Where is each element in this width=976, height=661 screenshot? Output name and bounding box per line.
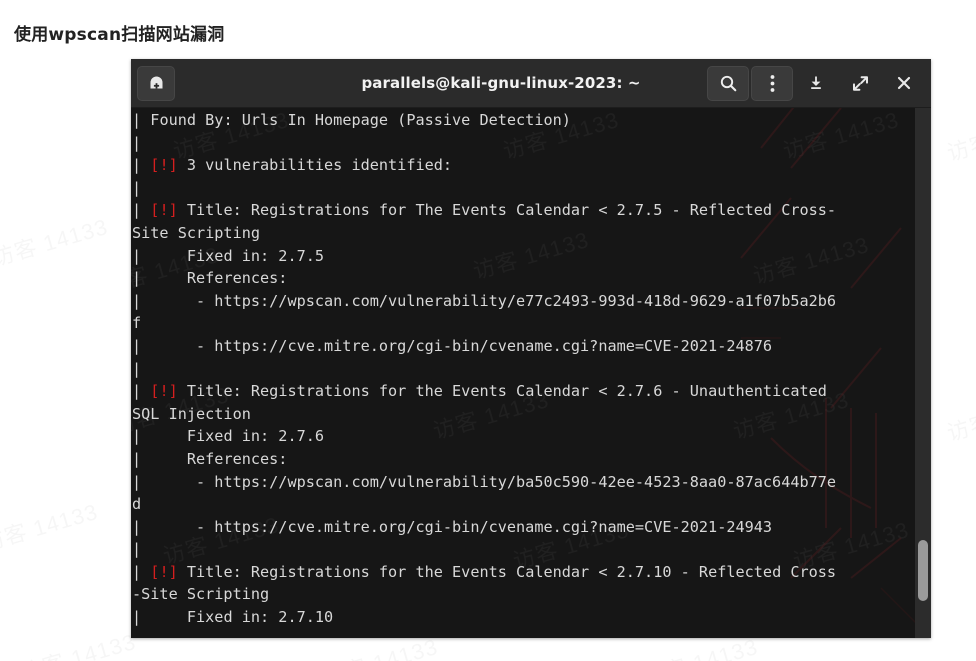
terminal-line: | - https://wpscan.com/vulnerability/e77… — [132, 290, 915, 313]
terminal-body[interactable]: 访客 14133 访客 14133 访客 14133 访客 14133 访客 1… — [131, 108, 931, 638]
terminal-line-text: - https://cve.mitre.org/cgi-bin/cvename.… — [169, 518, 772, 536]
terminal-line: | References: — [132, 267, 915, 290]
menu-button[interactable] — [751, 66, 793, 101]
terminal-line: | Found By: Urls In Homepage (Passive De… — [132, 109, 915, 132]
terminal-line: | — [132, 132, 915, 155]
terminal-line-text: Site Scripting — [132, 224, 260, 242]
terminal-line: -Site Scripting — [132, 583, 915, 606]
terminal-line-gutter: | — [132, 427, 169, 445]
terminal-line-text: -Site Scripting — [132, 585, 269, 603]
terminal-line-text: Title: Registrations for the Events Cale… — [178, 563, 836, 581]
terminal-line-text: References: — [169, 450, 288, 468]
terminal-line-gutter: | — [132, 518, 169, 536]
terminal-line: | [!] Title: Registrations for the Event… — [132, 380, 915, 403]
terminal-line: | References: — [132, 448, 915, 471]
terminal-title: parallels@kali-gnu-linux-2023: ~ — [175, 74, 707, 92]
page-watermark: 访客 14133 — [0, 209, 111, 273]
terminal-line-gutter: | — [132, 608, 169, 626]
terminal-line-gutter: | — [132, 201, 150, 219]
terminal-line: | — [132, 177, 915, 200]
terminal-scrollbar[interactable] — [915, 108, 931, 638]
close-button[interactable] — [883, 66, 925, 101]
terminal-window: parallels@kali-gnu-linux-2023: ~ — [131, 59, 931, 638]
terminal-line-text: - https://wpscan.com/vulnerability/ba50c… — [169, 473, 837, 491]
new-terminal-button[interactable] — [137, 66, 175, 101]
alert-marker: [!] — [150, 201, 177, 219]
page-watermark: 访客 14133 — [0, 494, 101, 558]
page-root: 访客 14133 访客 14133 访客 14133 访客 14133 访客 1… — [0, 0, 976, 661]
maximize-icon — [852, 75, 869, 92]
terminal-line-text: References: — [169, 269, 288, 287]
terminal-line-gutter: | — [132, 540, 150, 558]
alert-marker: [!] — [150, 563, 177, 581]
terminal-titlebar[interactable]: parallels@kali-gnu-linux-2023: ~ — [131, 59, 931, 108]
terminal-line-gutter: | — [132, 450, 169, 468]
terminal-line-gutter: | — [132, 269, 169, 287]
terminal-line: | Fixed in: 2.7.6 — [132, 425, 915, 448]
close-icon — [896, 75, 912, 91]
terminal-line-gutter: | — [132, 337, 169, 355]
search-button[interactable] — [707, 66, 749, 101]
terminal-line: | [!] Title: Registrations for The Event… — [132, 199, 915, 222]
kebab-menu-icon — [770, 74, 775, 93]
terminal-line-text: - https://cve.mitre.org/cgi-bin/cvename.… — [169, 337, 772, 355]
terminal-line-text: f — [132, 314, 141, 332]
terminal-line: | Fixed in: 2.7.5 — [132, 245, 915, 268]
page-watermark: 访客 14133 — [943, 104, 976, 168]
terminal-line-text: Fixed in: 2.7.10 — [169, 608, 334, 626]
terminal-line: | Fixed in: 2.7.10 — [132, 606, 915, 629]
terminal-output: | Found By: Urls In Homepage (Passive De… — [131, 108, 915, 629]
terminal-line: | - https://cve.mitre.org/cgi-bin/cvenam… — [132, 335, 915, 358]
terminal-line-text: 3 vulnerabilities identified: — [178, 156, 452, 174]
maximize-button[interactable] — [839, 66, 881, 101]
terminal-line-text: Found By: Urls In Homepage (Passive Dete… — [150, 111, 571, 129]
minimize-icon — [808, 75, 824, 91]
terminal-line-gutter: | — [132, 156, 150, 174]
new-terminal-icon — [148, 75, 165, 92]
terminal-line-gutter: | — [132, 382, 150, 400]
terminal-line-text: Fixed in: 2.7.5 — [169, 247, 324, 265]
terminal-line-text: - https://wpscan.com/vulnerability/e77c2… — [169, 292, 837, 310]
page-watermark: 访客 14133 — [16, 624, 139, 661]
page-watermark: 访客 14133 — [943, 384, 976, 448]
terminal-line-gutter: | — [132, 292, 169, 310]
terminal-line: Site Scripting — [132, 222, 915, 245]
titlebar-actions — [707, 66, 925, 101]
terminal-line-gutter: | — [132, 134, 150, 152]
terminal-line-text: d — [132, 495, 141, 513]
minimize-button[interactable] — [795, 66, 837, 101]
alert-marker: [!] — [150, 382, 177, 400]
terminal-line-gutter: | — [132, 179, 150, 197]
terminal-line-gutter: | — [132, 247, 169, 265]
scrollbar-thumb[interactable] — [918, 540, 928, 601]
terminal-line-gutter: | — [132, 563, 150, 581]
terminal-line-text: Title: Registrations for the Events Cale… — [178, 382, 827, 400]
terminal-line: | - https://cve.mitre.org/cgi-bin/cvenam… — [132, 516, 915, 539]
terminal-line: f — [132, 312, 915, 335]
terminal-line-text: Title: Registrations for The Events Cale… — [178, 201, 836, 219]
terminal-line: | [!] 3 vulnerabilities identified: — [132, 154, 915, 177]
terminal-line-text: Fixed in: 2.7.6 — [169, 427, 324, 445]
terminal-line-gutter: | — [132, 473, 169, 491]
terminal-line-text: SQL Injection — [132, 405, 251, 423]
terminal-line: | — [132, 538, 915, 561]
terminal-line-gutter: | — [132, 111, 150, 129]
terminal-line: | — [132, 358, 915, 381]
terminal-line-gutter: | — [132, 360, 150, 378]
page-title: 使用wpscan扫描网站漏洞 — [14, 23, 224, 47]
terminal-line: SQL Injection — [132, 403, 915, 426]
terminal-line: | [!] Title: Registrations for the Event… — [132, 561, 915, 584]
alert-marker: [!] — [150, 156, 177, 174]
search-icon — [719, 74, 738, 93]
terminal-line: | - https://wpscan.com/vulnerability/ba5… — [132, 471, 915, 494]
terminal-line: d — [132, 493, 915, 516]
